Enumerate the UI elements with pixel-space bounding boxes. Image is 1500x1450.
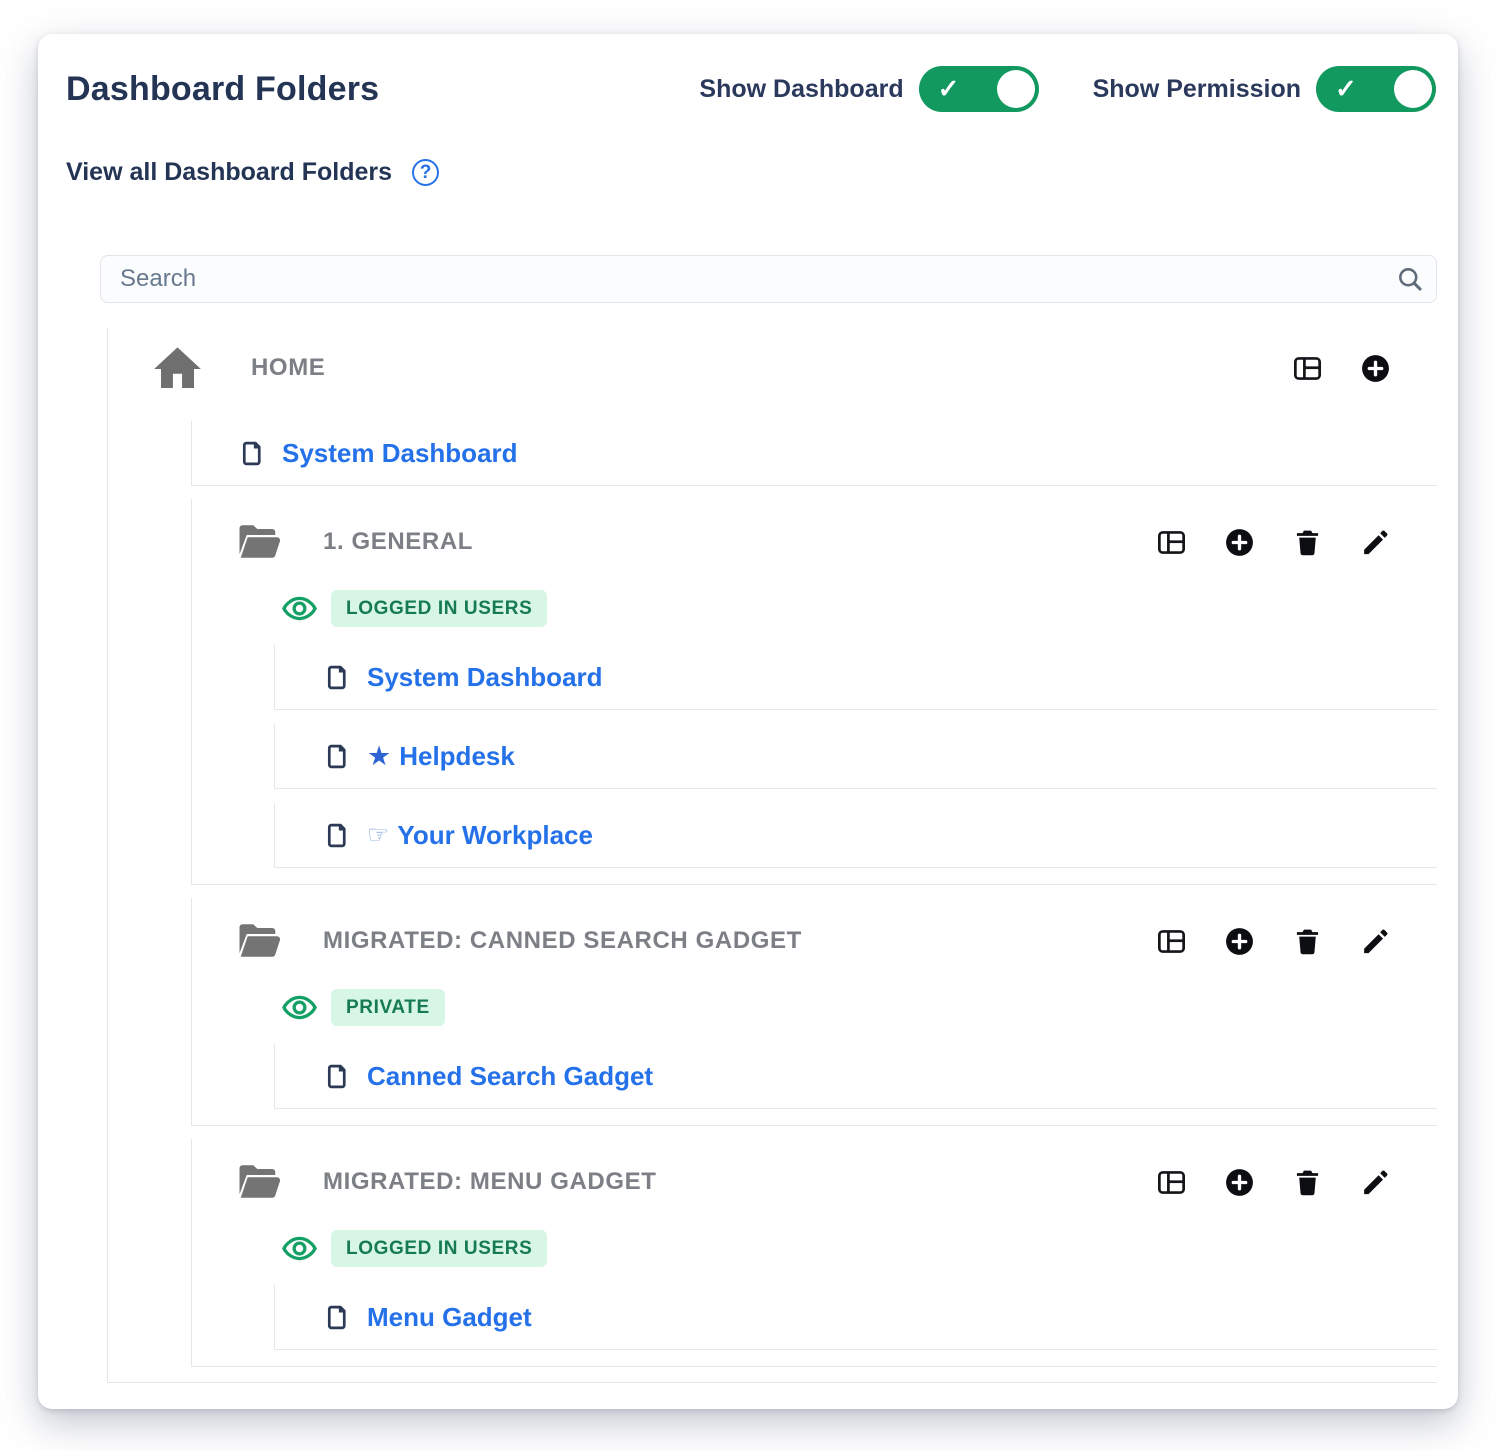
- toggle-knob: [997, 70, 1035, 108]
- header: Dashboard Folders Show Dashboard ✓ Show …: [66, 66, 1436, 112]
- show-dashboard-toggle-group: Show Dashboard ✓: [699, 66, 1038, 112]
- document-icon: [239, 438, 266, 469]
- layout-icon[interactable]: [1291, 352, 1323, 384]
- delete-icon[interactable]: [1291, 925, 1323, 957]
- edit-icon[interactable]: [1359, 1166, 1391, 1198]
- dashboard-link-system-dashboard[interactable]: System Dashboard: [367, 662, 603, 693]
- toggle-knob: [1394, 70, 1432, 108]
- list-item: System Dashboard: [274, 645, 1437, 710]
- folder-node-menu-gadget: MIGRATED: MENU GADGET LOGGED IN USERS: [191, 1139, 1437, 1367]
- permission-row: LOGGED IN USERS: [192, 1225, 1437, 1271]
- list-item: System Dashboard: [191, 421, 1437, 486]
- delete-icon[interactable]: [1291, 1166, 1323, 1198]
- search-box: [100, 255, 1437, 303]
- document-icon: [324, 662, 351, 693]
- show-dashboard-label: Show Dashboard: [699, 75, 903, 104]
- add-icon[interactable]: [1223, 925, 1255, 957]
- list-item: ★ Helpdesk: [274, 724, 1437, 789]
- home-actions: [1291, 352, 1437, 384]
- check-icon: ✓: [1335, 74, 1357, 105]
- show-permission-label: Show Permission: [1093, 75, 1301, 104]
- show-permission-toggle[interactable]: ✓: [1316, 66, 1436, 112]
- permission-badge: LOGGED IN USERS: [331, 1230, 547, 1267]
- folder-icon: [228, 917, 289, 965]
- list-item: ☞ Your Workplace: [274, 803, 1437, 868]
- document-icon: [324, 820, 351, 851]
- folder-header-row: MIGRATED: MENU GADGET: [192, 1139, 1437, 1225]
- star-icon: ★: [367, 741, 391, 772]
- home-node: HOME System Dashboard 1. GENERAL: [107, 328, 1437, 1383]
- permission-badge: PRIVATE: [331, 989, 445, 1026]
- eye-icon: [280, 1229, 319, 1268]
- layout-icon[interactable]: [1155, 1166, 1187, 1198]
- folder-name: 1. GENERAL: [323, 528, 473, 556]
- folder-header-row: MIGRATED: CANNED SEARCH GADGET: [192, 898, 1437, 984]
- add-icon[interactable]: [1359, 352, 1391, 384]
- list-item: Menu Gadget: [274, 1285, 1437, 1350]
- layout-icon[interactable]: [1155, 925, 1187, 957]
- permission-row: LOGGED IN USERS: [192, 585, 1437, 631]
- subheader: View all Dashboard Folders ?: [66, 158, 1458, 187]
- permission-row: PRIVATE: [192, 984, 1437, 1030]
- home-icon: [150, 341, 205, 396]
- permission-badge: LOGGED IN USERS: [331, 590, 547, 627]
- folder-name: MIGRATED: MENU GADGET: [323, 1168, 656, 1196]
- home-header-row: HOME: [108, 328, 1437, 408]
- search-input[interactable]: [100, 255, 1437, 303]
- add-icon[interactable]: [1223, 526, 1255, 558]
- document-icon: [324, 741, 351, 772]
- add-icon[interactable]: [1223, 1166, 1255, 1198]
- view-all-heading: View all Dashboard Folders: [66, 158, 392, 187]
- dashboard-link-system-dashboard[interactable]: System Dashboard: [282, 438, 518, 469]
- eye-icon: [280, 589, 319, 628]
- search-icon[interactable]: [1396, 265, 1424, 293]
- dashboard-link-canned-search-gadget[interactable]: Canned Search Gadget: [367, 1061, 653, 1092]
- check-icon: ✓: [938, 74, 960, 105]
- folder-actions: [1155, 526, 1437, 558]
- edit-icon[interactable]: [1359, 526, 1391, 558]
- help-icon[interactable]: ?: [412, 159, 439, 186]
- folder-node-general: 1. GENERAL LOGGED IN USERS: [191, 499, 1437, 885]
- dashboard-link-helpdesk[interactable]: Helpdesk: [399, 741, 515, 772]
- page-title: Dashboard Folders: [66, 70, 379, 109]
- delete-icon[interactable]: [1291, 526, 1323, 558]
- folder-actions: [1155, 1166, 1437, 1198]
- document-icon: [324, 1061, 351, 1092]
- eye-icon: [280, 988, 319, 1027]
- show-dashboard-toggle[interactable]: ✓: [919, 66, 1039, 112]
- dashboard-folders-panel: Dashboard Folders Show Dashboard ✓ Show …: [38, 34, 1458, 1409]
- document-icon: [324, 1302, 351, 1333]
- dashboard-link-menu-gadget[interactable]: Menu Gadget: [367, 1302, 532, 1333]
- dashboard-link-your-workplace[interactable]: Your Workplace: [397, 820, 593, 851]
- folder-header-row: 1. GENERAL: [192, 499, 1437, 585]
- edit-icon[interactable]: [1359, 925, 1391, 957]
- folder-icon: [228, 1158, 289, 1206]
- layout-icon[interactable]: [1155, 526, 1187, 558]
- folder-actions: [1155, 925, 1437, 957]
- folder-name: MIGRATED: CANNED SEARCH GADGET: [323, 927, 802, 955]
- pointing-hand-icon: ☞: [367, 820, 389, 850]
- folder-icon: [228, 518, 289, 566]
- list-item: Canned Search Gadget: [274, 1044, 1437, 1109]
- show-permission-toggle-group: Show Permission ✓: [1093, 66, 1436, 112]
- home-label: HOME: [251, 354, 325, 382]
- folder-tree: HOME System Dashboard 1. GENERAL: [107, 328, 1437, 1383]
- folder-node-canned-search: MIGRATED: CANNED SEARCH GADGET PRIVATE: [191, 898, 1437, 1126]
